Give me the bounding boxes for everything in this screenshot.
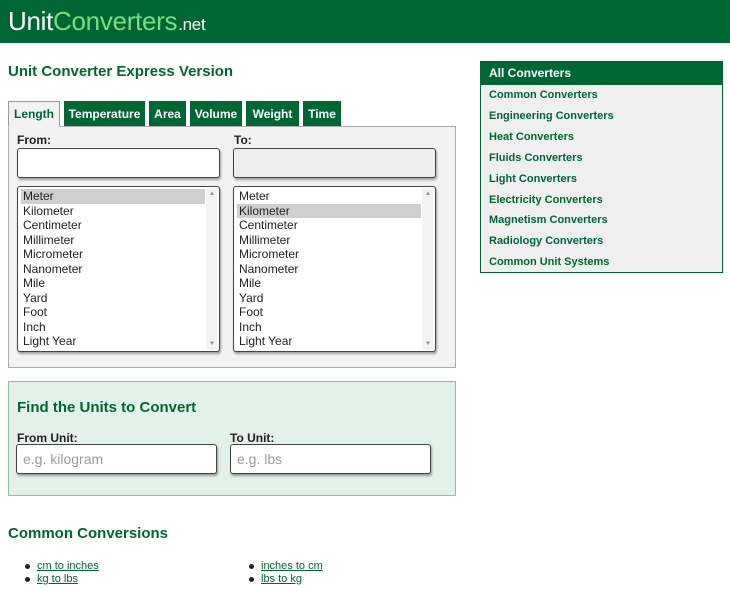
unit-option[interactable]: Light Year [21,334,205,349]
sidebar-item-common-unit-systems[interactable]: Common Unit Systems [489,256,609,268]
unit-option[interactable]: Centimeter [237,218,421,233]
scroll-up-icon[interactable]: ▲ [422,189,434,199]
conversion-link[interactable]: inches to cm [261,560,323,572]
tab-length[interactable]: Length [8,101,60,127]
page-title: Unit Converter Express Version [8,63,234,80]
scroll-up-icon[interactable]: ▲ [206,189,218,199]
bullet-icon [25,577,30,582]
to-label: To: [234,133,252,147]
scroll-down-icon[interactable]: ▼ [422,339,434,349]
to-list-scrollbar[interactable]: ▲ ▼ [422,188,434,350]
unit-option[interactable]: Nanometer [21,262,205,277]
common-conversions-right: inches to cm lbs to kg [248,560,323,586]
bullet-icon [249,564,254,569]
sidebar-item-radiology-converters[interactable]: Radiology Converters [489,235,603,247]
tab-area[interactable]: Area [149,101,186,127]
unit-option[interactable]: Light Year [237,334,421,349]
sidebar-item-magnetism-converters[interactable]: Magnetism Converters [489,214,608,226]
unit-option[interactable]: Inch [21,320,205,335]
tab-weight[interactable]: Weight [246,101,299,127]
conversion-link[interactable]: kg to lbs [37,573,78,585]
list-item: inches to cm [248,560,323,573]
sidebar-item-common-converters[interactable]: Common Converters [489,89,598,101]
site-logo[interactable]: UnitConverters.net [8,6,206,40]
list-item: lbs to kg [248,573,323,586]
list-item: cm to inches [24,560,99,573]
unit-option[interactable]: Mile [237,276,421,291]
unit-option[interactable]: Nanometer [237,262,421,277]
logo-part-net: .net [178,15,206,34]
unit-option[interactable]: Millimeter [237,233,421,248]
unit-option[interactable]: Inch [237,320,421,335]
to-unit-search-input[interactable] [230,444,431,474]
from-value-input[interactable] [17,148,220,178]
all-converters-sidebar: All Converters Common Converters Engineer… [480,61,723,273]
logo-part-unit: Unit [8,6,54,36]
unit-option[interactable]: Yard [237,291,421,306]
from-unit-search-input[interactable] [16,444,217,474]
tab-temperature[interactable]: Temperature [64,101,145,127]
unit-option[interactable]: Kilometer [21,204,205,219]
unit-option[interactable]: Micrometer [237,247,421,262]
from-label: From: [17,133,51,147]
unit-option[interactable]: Micrometer [21,247,205,262]
unit-option[interactable]: Foot [21,305,205,320]
from-list-scrollbar[interactable]: ▲ ▼ [206,188,218,350]
conversion-link[interactable]: lbs to kg [261,573,302,585]
common-conversions-title: Common Conversions [8,525,169,542]
unit-option[interactable]: Yard [21,291,205,306]
sidebar-item-electricity-converters[interactable]: Electricity Converters [489,194,603,206]
from-unit-label: From Unit: [17,431,78,445]
converter-panel: From: To: ▲ ▼ Meter Kilometer Centimeter Mi… [8,126,456,368]
site-header: UnitConverters.net [0,0,730,43]
bullet-icon [249,577,254,582]
find-units-panel: Find the Units to Convert From Unit: To … [8,381,456,496]
conversion-link[interactable]: cm to inches [37,560,99,572]
unit-option[interactable]: Mile [21,276,205,291]
to-unit-list[interactable]: ▲ ▼ Meter Kilometer Centimeter Millimeter Mi… [233,186,436,352]
scroll-down-icon[interactable]: ▼ [206,339,218,349]
unit-option[interactable]: Millimeter [21,233,205,248]
sidebar-item-fluids-converters[interactable]: Fluids Converters [489,152,583,164]
tab-time[interactable]: Time [303,101,341,127]
tab-volume[interactable]: Volume [190,101,242,127]
to-value-output[interactable] [233,148,436,178]
sidebar-item-light-converters[interactable]: Light Converters [489,173,577,185]
unit-option[interactable]: Kilometer [237,203,421,218]
logo-part-converters: Converters [53,6,178,36]
find-units-title: Find the Units to Convert [17,399,197,416]
bullet-icon [25,564,30,569]
from-unit-list[interactable]: ▲ ▼ Meter Kilometer Centimeter Millimeter Mi… [17,186,220,352]
common-conversions-left: cm to inches kg to lbs [24,560,99,586]
to-unit-label: To Unit: [230,431,275,445]
unit-option[interactable]: Meter [237,189,421,204]
unit-option[interactable]: Meter [21,189,205,204]
unit-option[interactable]: Foot [237,305,421,320]
sidebar-item-engineering-converters[interactable]: Engineering Converters [489,110,614,122]
unit-option[interactable]: Centimeter [21,218,205,233]
sidebar-item-heat-converters[interactable]: Heat Converters [489,131,574,143]
list-item: kg to lbs [24,573,99,586]
sidebar-header[interactable]: All Converters [481,62,722,85]
